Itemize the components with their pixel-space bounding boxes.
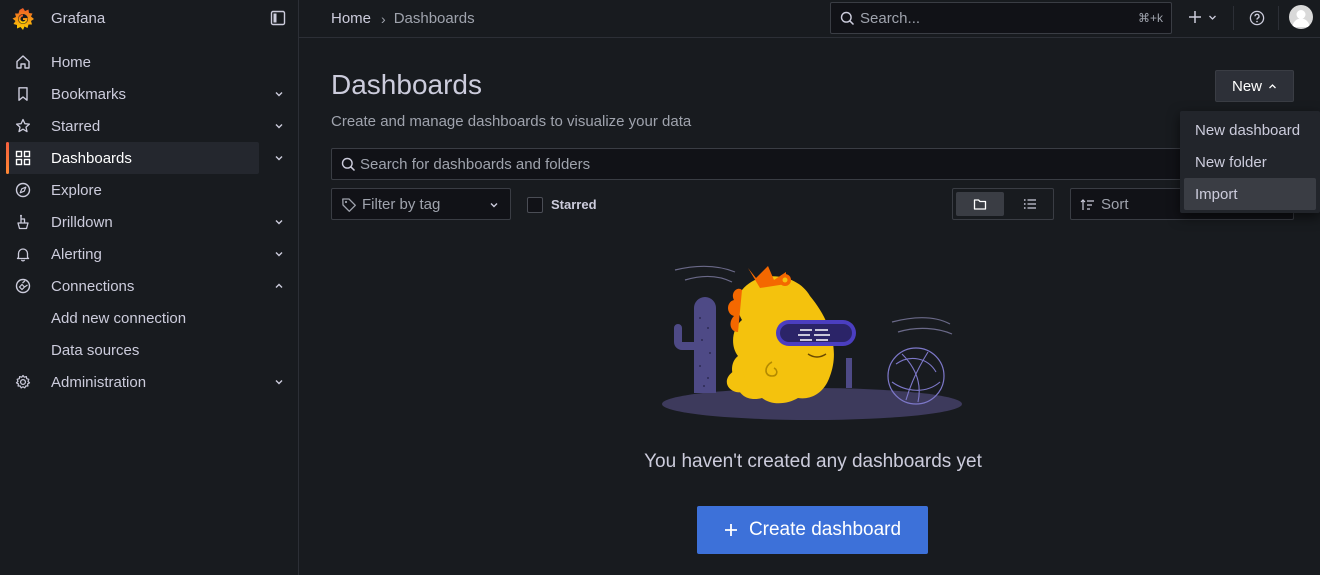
avatar[interactable] <box>1289 5 1313 29</box>
apps-icon <box>15 150 31 166</box>
active-indicator <box>6 142 9 174</box>
menu-item-new-dashboard[interactable]: New dashboard <box>1184 114 1316 146</box>
sidebar: Grafana Home Bookmarks Starred Dashboard… <box>0 0 299 575</box>
cog-icon <box>15 374 31 390</box>
new-dropdown-menu: New dashboard New folder Import <box>1180 111 1320 213</box>
nav-menu: Home Bookmarks Starred Dashboards Explor… <box>0 46 298 398</box>
bell-icon <box>15 246 31 262</box>
search-icon <box>341 157 356 172</box>
page-subtitle: Create and manage dashboards to visualiz… <box>331 113 692 130</box>
tag-icon <box>341 197 357 213</box>
empty-state-message: You haven't created any dashboards yet <box>0 451 1320 473</box>
chevron-down-icon[interactable] <box>274 249 284 259</box>
page-title: Dashboards <box>331 69 482 100</box>
empty-state-illustration <box>660 258 965 423</box>
divider <box>1278 6 1279 30</box>
connections-icon <box>15 278 31 294</box>
chevron-down-icon[interactable] <box>274 121 284 131</box>
tag-filter-placeholder: Filter by tag <box>362 196 441 213</box>
nav-item-drilldown[interactable]: Drilldown <box>0 206 298 238</box>
breadcrumb-current: Dashboards <box>393 10 475 27</box>
nav-item-data-sources[interactable]: Data sources <box>0 334 298 366</box>
plus-icon <box>724 523 738 537</box>
app-name: Grafana <box>51 10 106 27</box>
breadcrumb: Home › Dashboards <box>331 10 475 27</box>
nav-item-label: Connections <box>51 278 135 295</box>
nav-item-label: Alerting <box>51 246 102 263</box>
brand-header: Grafana <box>0 0 298 37</box>
folder-view-button[interactable] <box>956 192 1004 216</box>
starred-label[interactable]: Starred <box>551 197 597 212</box>
chevron-up-icon[interactable] <box>274 281 284 291</box>
breadcrumb-home[interactable]: Home <box>331 10 371 27</box>
star-icon <box>15 118 31 134</box>
chevron-down-icon <box>489 200 499 210</box>
nav-item-bookmarks[interactable]: Bookmarks <box>0 78 298 110</box>
nav-item-label: Administration <box>51 374 147 391</box>
divider <box>1233 6 1234 30</box>
chevron-down-icon[interactable] <box>274 217 284 227</box>
global-search-input[interactable]: Search... ⌘+k <box>830 2 1172 34</box>
grafana-logo-icon[interactable] <box>10 6 36 32</box>
nav-item-add-new-connection[interactable]: Add new connection <box>0 302 298 334</box>
menu-item-new-folder[interactable]: New folder <box>1184 146 1316 178</box>
chevron-down-icon[interactable] <box>274 89 284 99</box>
compass-icon <box>15 182 31 198</box>
new-button-label: New <box>1231 77 1262 95</box>
search-icon <box>840 11 855 26</box>
home-icon <box>15 54 31 70</box>
nav-item-explore[interactable]: Explore <box>0 174 298 206</box>
active-highlight <box>6 142 259 174</box>
list-view-button[interactable] <box>1009 192 1051 216</box>
nav-item-label: Drilldown <box>51 214 113 231</box>
search-placeholder: Search... <box>860 10 921 27</box>
search-placeholder: Search for dashboards and folders <box>360 156 591 173</box>
nav-item-label: Home <box>51 54 92 71</box>
menu-item-import[interactable]: Import <box>1184 178 1316 210</box>
new-button[interactable]: New <box>1215 70 1294 102</box>
nav-item-dashboards[interactable]: Dashboards <box>0 142 298 174</box>
list-icon <box>1023 199 1036 209</box>
nav-item-label: Bookmarks <box>51 86 127 103</box>
bookmark-icon <box>15 86 31 102</box>
help-icon[interactable] <box>1249 10 1265 26</box>
nav-item-label: Data sources <box>51 342 140 359</box>
nav-item-label: Starred <box>51 118 101 135</box>
tag-filter-select[interactable]: Filter by tag <box>331 188 511 220</box>
add-icon[interactable] <box>1188 10 1202 24</box>
create-dashboard-label: Create dashboard <box>748 519 902 540</box>
empty-state-text: You haven't created any dashboards yet <box>644 451 982 472</box>
chevron-up-icon <box>1268 82 1277 91</box>
nav-item-label: Explore <box>51 182 102 199</box>
sort-icon <box>1080 198 1095 212</box>
chevron-down-icon[interactable] <box>1208 13 1217 22</box>
nav-item-starred[interactable]: Starred <box>0 110 298 142</box>
folder-icon <box>973 199 987 210</box>
nav-item-administration[interactable]: Administration <box>0 366 298 398</box>
starred-checkbox[interactable] <box>527 197 543 213</box>
search-shortcut: ⌘+k <box>1137 11 1163 25</box>
nav-item-alerting[interactable]: Alerting <box>0 238 298 270</box>
nav-item-label: Dashboards <box>51 150 132 167</box>
dashboard-search-input[interactable]: Search for dashboards and folders <box>331 148 1294 180</box>
nav-item-connections[interactable]: Connections <box>0 270 298 302</box>
view-toggle <box>952 188 1054 220</box>
sort-placeholder: Sort <box>1101 196 1129 213</box>
create-dashboard-button[interactable]: Create dashboard <box>697 506 928 554</box>
top-bar: Home › Dashboards Search... ⌘+k <box>299 0 1320 38</box>
chevron-down-icon[interactable] <box>274 153 284 163</box>
chevron-down-icon[interactable] <box>274 377 284 387</box>
dock-menu-icon[interactable] <box>270 10 286 26</box>
drilldown-icon <box>15 214 31 230</box>
breadcrumb-separator: › <box>381 10 386 27</box>
nav-item-home[interactable]: Home <box>0 46 298 78</box>
nav-item-label: Add new connection <box>51 310 187 327</box>
